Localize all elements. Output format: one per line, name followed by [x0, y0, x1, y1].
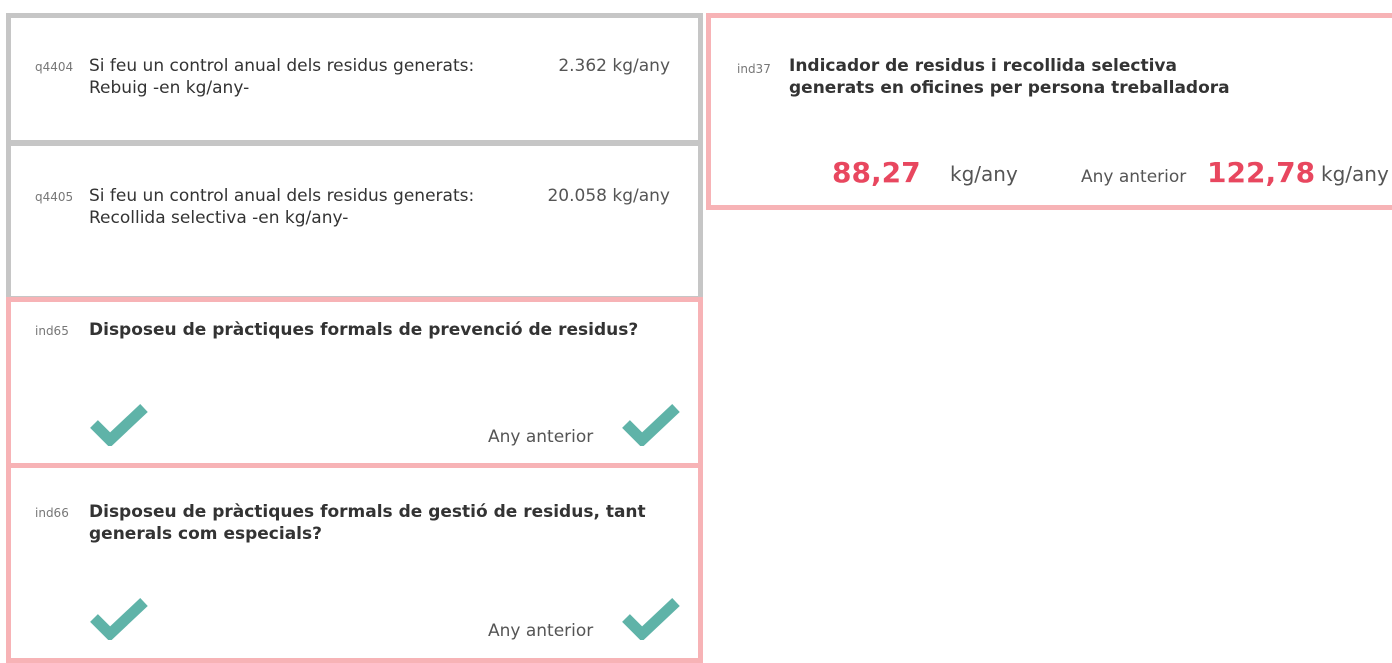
question-text: Si feu un control anual dels residus gen…: [89, 186, 475, 228]
indicator-title: Disposeu de pràctiques formals de gestió…: [89, 502, 646, 544]
indicator-code: ind37: [737, 62, 771, 76]
indicator-code: ind66: [35, 506, 69, 520]
check-icon: [90, 403, 148, 446]
current-value: 88,27: [832, 156, 921, 189]
question-value: 2.362 kg/any: [558, 56, 670, 76]
indicator-title: Disposeu de pràctiques formals de preven…: [89, 320, 639, 340]
indicator-card-ind65: ind65 Disposeu de pràctiques formals de …: [6, 297, 703, 469]
check-icon: [622, 597, 680, 640]
previous-unit: kg/any: [1321, 162, 1389, 186]
indicator-title-line2: generats en oficines per persona treball…: [789, 78, 1230, 98]
question-code: q4404: [35, 60, 74, 74]
question-code: q4405: [35, 190, 74, 204]
current-unit: kg/any: [950, 162, 1018, 186]
question-card-q4404: q4404 Si feu un control anual dels resid…: [6, 13, 703, 145]
check-icon: [90, 597, 148, 640]
question-card-q4405: q4405 Si feu un control anual dels resid…: [6, 141, 703, 301]
previous-year-label: Any anterior: [1081, 167, 1187, 187]
indicator-title-line1: Indicador de residus i recollida selecti…: [789, 56, 1177, 76]
indicator-card-ind37: ind37 Indicador de residus i recollida s…: [706, 13, 1392, 210]
indicator-card-ind66: ind66 Disposeu de pràctiques formals de …: [6, 463, 703, 663]
question-text: Si feu un control anual dels residus gen…: [89, 56, 475, 98]
previous-year-label: Any anterior: [488, 621, 594, 641]
previous-year-label: Any anterior: [488, 427, 594, 447]
previous-value: 122,78: [1207, 156, 1316, 189]
question-value: 20.058 kg/any: [547, 186, 670, 206]
check-icon: [622, 403, 680, 446]
indicator-code: ind65: [35, 324, 69, 338]
